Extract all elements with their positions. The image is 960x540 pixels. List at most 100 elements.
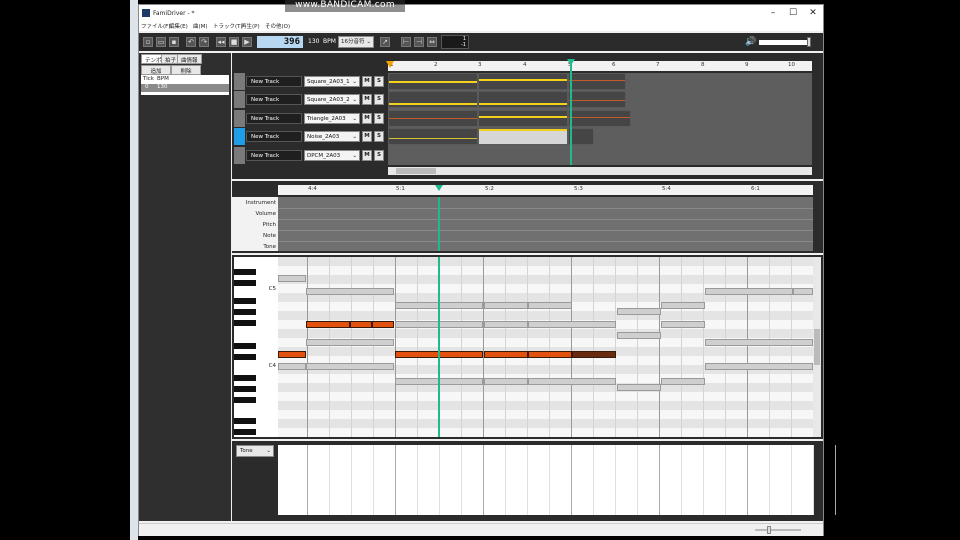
scrollbar-thumb[interactable] — [814, 329, 820, 365]
snap-icon[interactable]: ↗ — [380, 37, 390, 47]
track-name[interactable]: New Track — [246, 150, 302, 161]
black-key[interactable] — [234, 343, 256, 349]
black-key[interactable] — [234, 375, 256, 381]
scrollbar-thumb[interactable] — [396, 168, 436, 174]
note[interactable] — [484, 321, 528, 328]
note[interactable] — [484, 351, 528, 358]
track-row-selected[interactable]: New Track Noise_2A03 ⌄ M S — [232, 128, 387, 145]
note[interactable] — [617, 384, 661, 391]
maximize-icon[interactable]: ☐ — [783, 7, 803, 19]
note[interactable] — [278, 363, 306, 370]
instrument-select[interactable]: Square_2A03_1 ⌄ — [304, 76, 360, 87]
clip[interactable] — [568, 91, 626, 108]
minimize-icon[interactable]: – — [763, 7, 783, 19]
save-icon[interactable]: ▪ — [169, 37, 179, 47]
mute-button[interactable]: M — [362, 150, 372, 161]
track-row[interactable]: New Track DPCM_2A03 ⌄ M S — [232, 147, 387, 164]
note[interactable] — [306, 339, 394, 346]
black-key[interactable] — [234, 386, 256, 392]
clip[interactable] — [388, 91, 478, 108]
note[interactable] — [705, 363, 813, 370]
note[interactable] — [528, 351, 572, 358]
delete-button[interactable]: 削除 — [171, 65, 201, 75]
note[interactable] — [528, 378, 616, 385]
volume-slider-thumb[interactable] — [807, 37, 811, 47]
vertical-scrollbar[interactable] — [813, 257, 821, 437]
envelope-rows[interactable] — [278, 197, 813, 251]
black-key[interactable] — [234, 320, 256, 326]
piano-keyboard[interactable]: C5 C4 — [234, 257, 278, 437]
track-row[interactable]: New Track Triangle_2A03 ⌄ M S — [232, 110, 387, 127]
note[interactable] — [278, 275, 306, 282]
note[interactable] — [793, 288, 813, 295]
note[interactable] — [528, 302, 572, 309]
note[interactable] — [617, 308, 661, 315]
clip[interactable] — [388, 110, 478, 127]
clip[interactable] — [568, 128, 594, 145]
volume-slider[interactable] — [759, 40, 811, 45]
mute-button[interactable]: M — [362, 113, 372, 124]
menu-edit[interactable]: 編集(E) — [169, 22, 188, 30]
bpm-value[interactable]: 130 — [308, 38, 319, 45]
note[interactable] — [484, 378, 528, 385]
note[interactable] — [306, 363, 394, 370]
editor-ruler[interactable]: 4:4 5:1 5:2 5:3 5:4 6:1 — [278, 185, 813, 195]
close-icon[interactable]: ✕ — [803, 7, 823, 19]
black-key[interactable] — [234, 397, 256, 403]
note[interactable] — [572, 351, 616, 358]
zoom-slider-thumb[interactable] — [767, 526, 771, 534]
playhead-marker-icon[interactable] — [435, 185, 443, 191]
note[interactable] — [306, 288, 394, 295]
mute-button[interactable]: M — [362, 131, 372, 142]
undo-icon[interactable]: ↶ — [186, 37, 196, 47]
instrument-select[interactable]: Square_2A03_2 ⌄ — [304, 94, 360, 105]
mute-button[interactable]: M — [362, 94, 372, 105]
note[interactable] — [705, 288, 793, 295]
note[interactable] — [439, 351, 483, 358]
clip[interactable] — [478, 73, 568, 90]
note[interactable] — [372, 321, 394, 328]
table-row[interactable]: 0 130 — [141, 84, 229, 92]
clip-grid[interactable] — [388, 59, 812, 165]
clip[interactable] — [388, 128, 478, 145]
solo-button[interactable]: S — [374, 113, 384, 124]
note[interactable] — [661, 321, 705, 328]
new-file-icon[interactable]: ▫ — [143, 37, 153, 47]
note[interactable] — [350, 321, 372, 328]
clip[interactable] — [568, 73, 626, 90]
play-icon[interactable]: ▶ — [242, 37, 252, 47]
note-length-select[interactable]: 16分音符 ⌄ — [338, 36, 374, 48]
black-key[interactable] — [234, 309, 256, 315]
track-row[interactable]: New Track Square_2A03_1 ⌄ M S — [232, 73, 387, 90]
instrument-select[interactable]: Noise_2A03 ⌄ — [304, 131, 360, 142]
track-name[interactable]: New Track — [246, 76, 302, 87]
menu-file[interactable]: ファイル(F) — [141, 22, 170, 30]
note[interactable] — [661, 378, 705, 385]
note[interactable] — [484, 302, 528, 309]
track-row[interactable]: New Track Square_2A03_2 ⌄ M S — [232, 91, 387, 108]
parameter-grid[interactable] — [278, 445, 836, 515]
black-key[interactable] — [234, 269, 256, 275]
clip-selected[interactable] — [478, 128, 568, 145]
redo-icon[interactable]: ↷ — [199, 37, 209, 47]
playhead[interactable] — [438, 257, 440, 437]
black-key[interactable] — [234, 298, 256, 304]
menu-song[interactable]: 曲(M) — [193, 22, 208, 30]
add-button[interactable]: 追加 — [141, 65, 171, 75]
mute-button[interactable]: M — [362, 76, 372, 87]
track-name[interactable]: New Track — [246, 94, 302, 105]
menu-play[interactable]: 再生(P) — [241, 22, 260, 30]
black-key[interactable] — [234, 280, 256, 286]
note[interactable] — [661, 302, 705, 309]
solo-button[interactable]: S — [374, 76, 384, 87]
tab-song-info[interactable]: 曲情報 — [177, 54, 202, 64]
horizontal-scrollbar[interactable] — [388, 167, 812, 175]
note[interactable] — [705, 339, 813, 346]
playhead-marker-icon[interactable] — [567, 59, 575, 65]
clip[interactable] — [478, 110, 568, 127]
track-name[interactable]: New Track — [246, 131, 302, 142]
black-key[interactable] — [234, 418, 256, 424]
loop-start-marker-icon[interactable] — [386, 61, 394, 68]
instrument-select[interactable]: DPCM_2A03 ⌄ — [304, 150, 360, 161]
note[interactable] — [395, 351, 439, 358]
